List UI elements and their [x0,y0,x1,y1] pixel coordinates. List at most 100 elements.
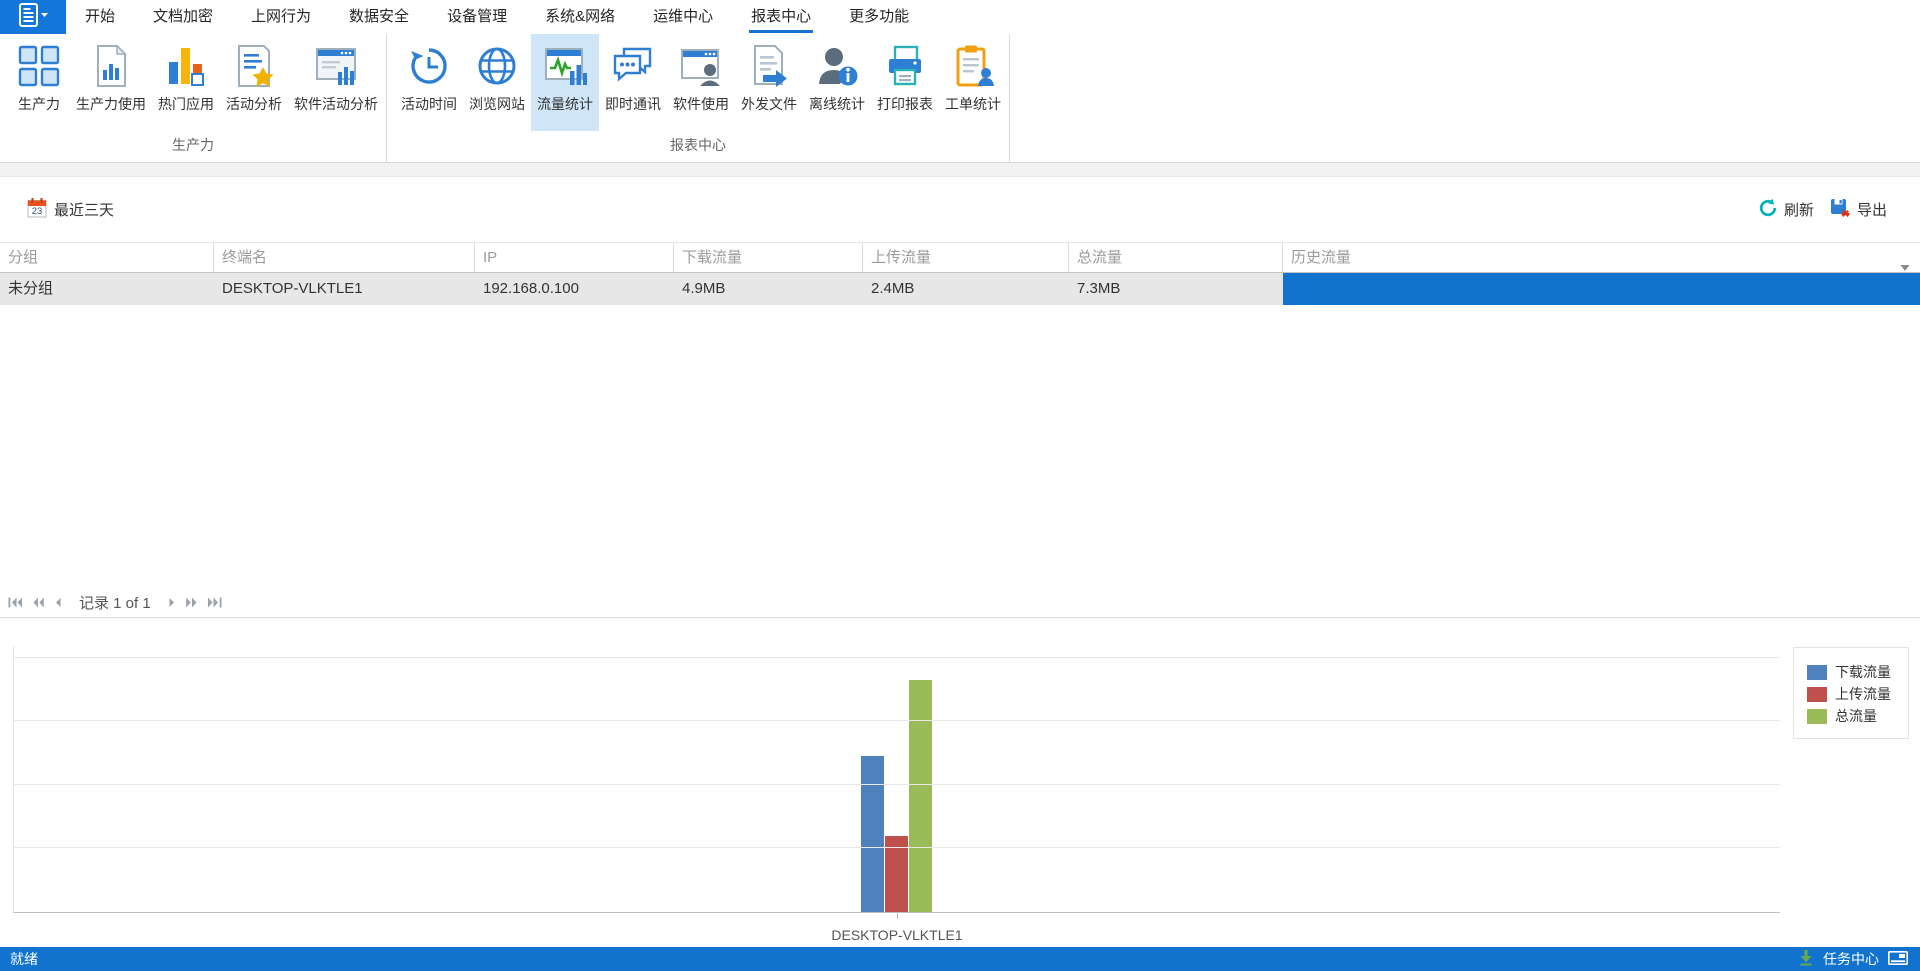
ribbon-button-productivity[interactable]: 生产力 [8,34,70,131]
chart-gridline [14,784,1780,785]
pagination-record-label: 记录 1 of 1 [79,592,151,613]
menu-tab-more-features[interactable]: 更多功能 [830,0,928,34]
ribbon-button-label: 流量统计 [537,94,593,114]
window-chart-icon [313,43,359,89]
ribbon-button-outgoing-files[interactable]: 外发文件 [735,34,803,131]
ribbon-button-traffic-statistics[interactable]: 流量统计 [531,34,599,131]
app-menu-button[interactable] [0,0,66,34]
first-page-button[interactable] [8,597,23,608]
refresh-icon [1758,198,1778,222]
ribbon-button-label: 生产力 [18,94,60,114]
ribbon-button-label: 工单统计 [945,94,1001,114]
ribbon-button-instant-messaging[interactable]: 即时通讯 [599,34,667,131]
next-page-button[interactable] [168,597,176,608]
ribbon-button-productivity-usage[interactable]: 生产力使用 [70,34,152,131]
column-header-group[interactable]: 分组 [0,243,214,272]
status-bar: 就绪 任务中心 [0,947,1920,971]
ribbon-button-browse-websites[interactable]: 浏览网站 [463,34,531,131]
ribbon-button-label: 外发文件 [741,94,797,114]
ribbon-button-label: 软件活动分析 [294,94,378,114]
prev-page-button[interactable] [54,597,62,608]
ribbon-button-software-usage[interactable]: 软件使用 [667,34,735,131]
x-axis-tick [897,913,898,919]
ribbon-group-label-report-center: 报表中心 [389,131,1007,162]
chart-gridline [14,657,1780,658]
ribbon-button-software-activity-analysis[interactable]: 软件活动分析 [288,34,384,131]
user-info-icon [814,43,860,89]
ribbon-button-label: 软件使用 [673,94,729,114]
legend-item: 上传流量 [1807,683,1908,705]
chart-gridline [14,847,1780,848]
traffic-stats-icon [542,43,588,89]
menu-tab-device-management[interactable]: 设备管理 [428,0,526,34]
cell-total: 7.3MB [1069,273,1283,305]
menu-tab-report-center[interactable]: 报表中心 [732,0,830,34]
chat-bubbles-icon [610,43,656,89]
refresh-label: 刷新 [1784,199,1814,220]
date-filter-label: 最近三天 [54,199,114,220]
table-header-row: 分组 终端名 IP 下载流量 上传流量 总流量 历史流量 [0,242,1920,273]
legend-item: 下载流量 [1807,661,1908,683]
menu-tab-system-network[interactable]: 系统&网络 [526,0,634,34]
fast-prev-button[interactable] [32,597,45,608]
fast-next-button[interactable] [185,597,198,608]
menu-tab-ops-center[interactable]: 运维中心 [634,0,732,34]
task-center-button[interactable]: 任务中心 [1823,949,1879,969]
ribbon-button-offline-statistics[interactable]: 离线统计 [803,34,871,131]
cell-history [1283,273,1920,305]
ribbon-button-label: 热门应用 [158,94,214,114]
report-toolbar: 23 最近三天 刷新 导出 [0,177,1920,242]
export-label: 导出 [1857,199,1887,220]
calendar-icon: 23 [27,197,47,222]
chart-bar-总流量 [909,680,932,912]
column-dropdown-icon[interactable] [1900,253,1910,272]
traffic-table: 分组 终端名 IP 下载流量 上传流量 总流量 历史流量 未分组 DESKTOP… [0,242,1920,305]
app-menu-icon [18,2,49,32]
column-header-history[interactable]: 历史流量 [1283,243,1920,272]
column-header-ip[interactable]: IP [475,243,674,272]
column-header-upload[interactable]: 上传流量 [863,243,1069,272]
column-header-download[interactable]: 下载流量 [674,243,863,272]
ribbon-group-productivity: 生产力 生产力使用 热门应用 活动分析 软件活动分析 [0,34,387,162]
date-range-filter[interactable]: 23 最近三天 [27,197,114,222]
window-user-icon [678,43,724,89]
x-axis-category-label: DESKTOP-VLKTLE1 [831,927,962,943]
calendar-day-text: 23 [32,206,43,217]
ribbon-button-activity-time[interactable]: 活动时间 [395,34,463,131]
legend-swatch [1807,687,1827,702]
hot-apps-bars-icon [163,43,209,89]
globe-icon [474,43,520,89]
refresh-button[interactable]: 刷新 [1758,198,1814,222]
column-header-total[interactable]: 总流量 [1069,243,1283,272]
chart-legend: 下载流量上传流量总流量 [1793,647,1909,739]
ribbon-button-label: 活动分析 [226,94,282,114]
ribbon-toolbar: 生产力 生产力使用 热门应用 活动分析 软件活动分析 [0,34,1920,163]
menu-bar: 开始 文档加密 上网行为 数据安全 设备管理 系统&网络 运维中心 报表中心 更… [0,0,1920,34]
ribbon-button-print-reports[interactable]: 打印报表 [871,34,939,131]
legend-label: 总流量 [1835,706,1877,726]
grid-icon [16,43,62,89]
export-pdf-icon [1830,198,1851,222]
taskbar-window-icon[interactable] [1888,951,1908,968]
column-header-history-label: 历史流量 [1291,249,1351,266]
menu-tab-doc-encryption[interactable]: 文档加密 [134,0,232,34]
menu-tab-data-security[interactable]: 数据安全 [330,0,428,34]
chart-gridline [14,720,1780,721]
menu-tab-start[interactable]: 开始 [66,0,134,34]
legend-item: 总流量 [1807,705,1908,727]
legend-label: 上传流量 [1835,684,1891,704]
cell-ip: 192.168.0.100 [475,273,674,305]
ribbon-button-hot-apps[interactable]: 热门应用 [152,34,220,131]
last-page-button[interactable] [207,597,222,608]
column-header-terminal[interactable]: 终端名 [214,243,475,272]
ribbon-button-activity-analysis[interactable]: 活动分析 [220,34,288,131]
download-arrow-icon [1798,949,1814,969]
ribbon-button-ticket-statistics[interactable]: 工单统计 [939,34,1007,131]
export-button[interactable]: 导出 [1830,198,1887,222]
cell-upload: 2.4MB [863,273,1069,305]
menu-tab-web-behavior[interactable]: 上网行为 [232,0,330,34]
cell-download: 4.9MB [674,273,863,305]
table-row[interactable]: 未分组 DESKTOP-VLKTLE1 192.168.0.100 4.9MB … [0,273,1920,305]
application-window: 开始 文档加密 上网行为 数据安全 设备管理 系统&网络 运维中心 报表中心 更… [0,0,1920,971]
clipboard-user-icon [950,43,996,89]
